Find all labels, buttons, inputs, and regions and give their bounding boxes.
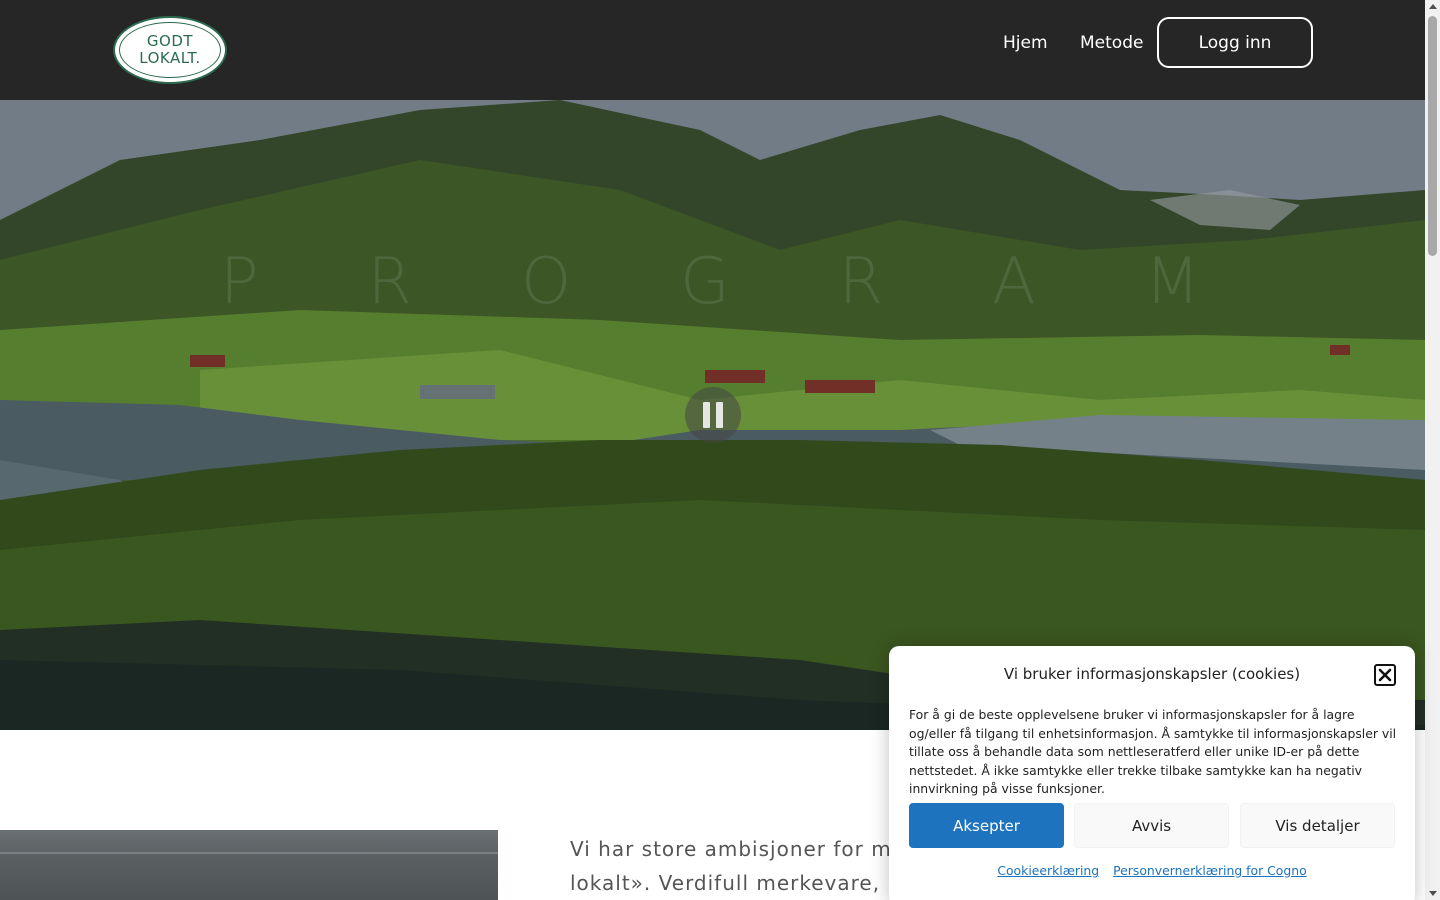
site-header: GODT LOKALT. Hjem Metode Logg inn: [0, 0, 1425, 100]
logo-text-line2: LOKALT.: [139, 49, 201, 67]
accept-button[interactable]: Aksepter: [909, 803, 1064, 848]
logo-text-line1: GODT: [146, 32, 194, 50]
scroll-thumb[interactable]: [1428, 16, 1437, 256]
watermark-letter: R: [838, 245, 884, 319]
watermark-letter: R: [367, 245, 412, 319]
watermark-letter: A: [992, 245, 1036, 319]
nav-link-metode[interactable]: Metode: [1080, 33, 1143, 53]
deny-button[interactable]: Avvis: [1074, 803, 1229, 848]
login-button[interactable]: Logg inn: [1157, 17, 1313, 68]
pause-icon: [700, 402, 726, 428]
close-icon: [1378, 668, 1392, 682]
privacy-policy-link[interactable]: Personvernerklæring for Cogno: [1113, 863, 1307, 878]
logo[interactable]: GODT LOKALT.: [113, 16, 227, 84]
cookie-consent-dialog: Vi bruker informasjonskapsler (cookies) …: [889, 646, 1415, 900]
scroll-down-icon[interactable]: [1429, 891, 1437, 896]
hero-video: P R O G R A M: [0, 100, 1425, 730]
logo-ring: GODT LOKALT.: [119, 22, 221, 78]
watermark-letter: P: [220, 245, 259, 319]
nav-link-hjem[interactable]: Hjem: [1003, 33, 1048, 53]
image-horizon-line: [0, 852, 498, 854]
cookie-policy-link[interactable]: Cookieerklæring: [997, 863, 1099, 878]
details-button[interactable]: Vis detaljer: [1240, 803, 1395, 848]
pause-button[interactable]: [685, 387, 741, 443]
cookie-links: Cookieerklæring Personvernerklæring for …: [889, 863, 1415, 878]
cookie-description: For å gi de beste opplevelsene bruker vi…: [909, 707, 1397, 796]
hero-watermark-text: P R O G R A M: [220, 245, 1200, 319]
close-button[interactable]: [1374, 664, 1396, 686]
page-scrollbar[interactable]: [1425, 0, 1440, 900]
cookie-title: Vi bruker informasjonskapsler (cookies): [1003, 665, 1301, 683]
watermark-letter: O: [520, 245, 572, 319]
scroll-up-icon[interactable]: [1429, 4, 1437, 9]
section-image: [0, 830, 498, 900]
watermark-letter: G: [680, 245, 730, 319]
watermark-letter: M: [1144, 245, 1200, 319]
